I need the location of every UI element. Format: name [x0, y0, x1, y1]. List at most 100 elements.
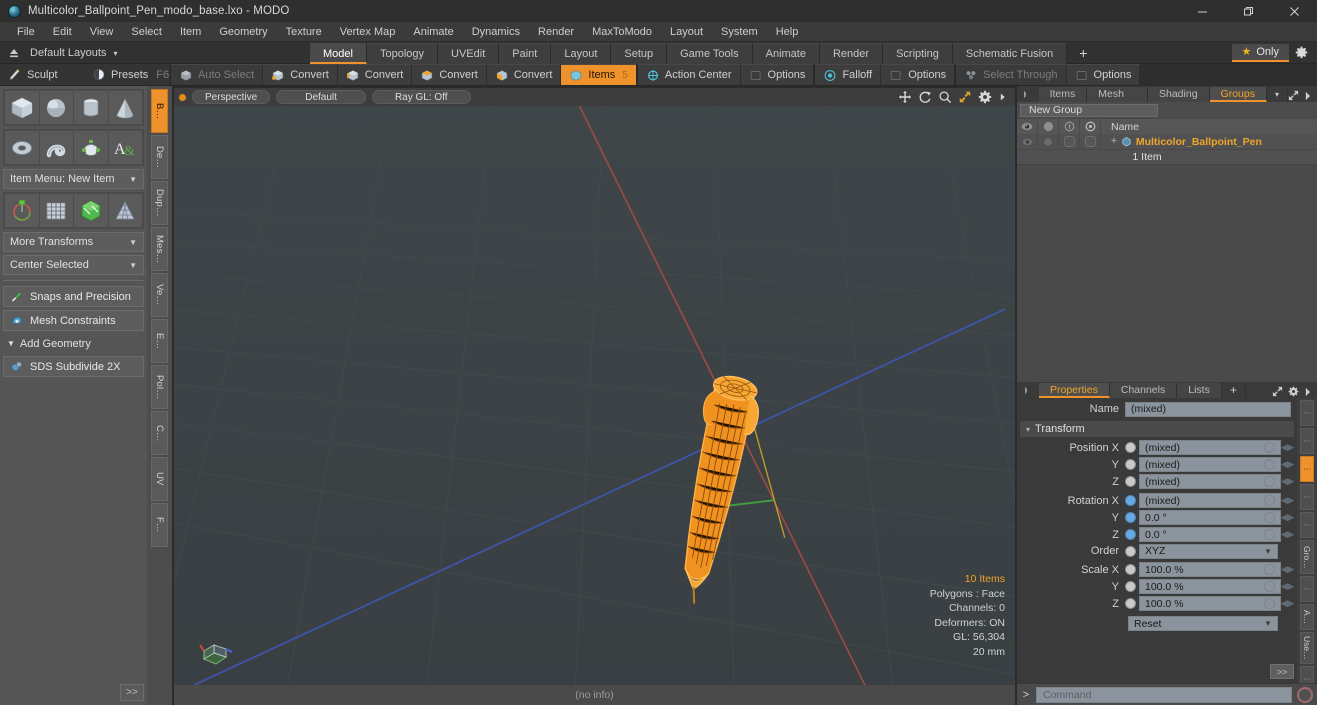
gear-icon[interactable] — [1288, 386, 1299, 397]
position-z-anim-dot[interactable] — [1264, 476, 1275, 487]
menu-dynamics[interactable]: Dynamics — [463, 22, 529, 42]
vtab-basic[interactable]: B… — [151, 89, 168, 133]
vtab-mesh[interactable]: Mes… — [151, 227, 168, 271]
scale-z-input[interactable]: 100.0 % — [1139, 596, 1281, 611]
cube-primitive-button[interactable] — [5, 91, 39, 124]
rotation-y-anim-dot[interactable] — [1264, 512, 1275, 523]
menu-system[interactable]: System — [712, 22, 767, 42]
properties-expand-button[interactable]: >> — [1270, 664, 1294, 679]
layout-tab-paint[interactable]: Paint — [499, 42, 552, 64]
add-properties-tab-button[interactable]: + — [1222, 383, 1246, 398]
position-y-stepper[interactable]: ◀▶ — [1281, 459, 1295, 470]
rotation-x-radio[interactable] — [1125, 495, 1136, 506]
add-layout-tab-button[interactable]: + — [1067, 43, 1099, 64]
layout-tab-uvedit[interactable]: UVEdit — [438, 42, 500, 64]
rvtab-4[interactable]: ⋮ — [1300, 484, 1314, 510]
layout-tab-game-tools[interactable]: Game Tools — [667, 42, 753, 64]
name-input[interactable]: (mixed) — [1125, 401, 1291, 417]
select-through-options-button[interactable]: Options — [1066, 64, 1141, 85]
convert-material-button[interactable]: Convert — [486, 64, 562, 85]
groups-tab-caret[interactable]: ▾ — [1267, 87, 1288, 102]
menu-select[interactable]: Select — [122, 22, 171, 42]
minimize-button[interactable] — [1179, 0, 1225, 22]
chevron-right-icon[interactable] — [1304, 387, 1311, 397]
position-x-stepper[interactable]: ◀▶ — [1281, 442, 1295, 453]
add-geometry-section-header[interactable]: ▼ Add Geometry — [3, 334, 144, 353]
rotation-y-input[interactable]: 0.0 ° — [1139, 510, 1281, 525]
rotation-z-input[interactable]: 0.0 ° — [1139, 527, 1281, 542]
menu-geometry[interactable]: Geometry — [210, 22, 276, 42]
layout-tab-setup[interactable]: Setup — [611, 42, 668, 64]
circle-2-icon[interactable] — [1080, 118, 1101, 135]
sphere-primitive-button[interactable] — [39, 91, 73, 124]
tab-channels[interactable]: Channels — [1109, 383, 1178, 398]
text-primitive-button[interactable]: A & — [108, 131, 142, 164]
scale-z-anim-dot[interactable] — [1264, 598, 1275, 609]
order-dropdown[interactable]: XYZ ▼ — [1139, 543, 1278, 559]
row-visibility-toggle[interactable] — [1017, 133, 1038, 150]
mesh-constraints-button[interactable]: Mesh Constraints — [3, 310, 144, 331]
rvtab-groups[interactable]: Gro… — [1300, 540, 1314, 574]
viewport-projection-dropdown[interactable]: Perspective — [192, 90, 271, 104]
vtab-edge[interactable]: E… — [151, 319, 168, 363]
falloff-options-button[interactable]: Options — [881, 64, 956, 85]
default-layouts-dropdown[interactable]: Default Layouts ▾ — [22, 47, 118, 59]
bend-tool-button[interactable] — [74, 194, 108, 227]
item-menu-dropdown[interactable]: Item Menu: New Item ▼ — [3, 169, 144, 189]
teapot-primitive-button[interactable] — [74, 131, 108, 164]
reset-dropdown[interactable]: Reset ▼ — [1128, 616, 1278, 631]
layout-tab-scripting[interactable]: Scripting — [883, 42, 953, 64]
checkbox[interactable] — [1063, 136, 1075, 147]
rvtab-7[interactable]: ⋮ — [1300, 576, 1314, 602]
gear-icon[interactable] — [1289, 42, 1313, 64]
pan-icon[interactable] — [898, 90, 912, 104]
maximize-button[interactable] — [1225, 0, 1271, 22]
rotation-z-anim-dot[interactable] — [1264, 529, 1275, 540]
viewport-menu-dot-icon[interactable] — [179, 93, 186, 101]
record-circle-icon[interactable] — [1297, 686, 1313, 703]
grid-tool-button[interactable] — [39, 194, 73, 227]
rotation-x-input[interactable]: (mixed) — [1139, 493, 1281, 508]
more-transforms-dropdown[interactable]: More Transforms ▼ — [3, 232, 144, 252]
snaps-and-precision-button[interactable]: Snaps and Precision — [3, 286, 144, 307]
scale-z-radio[interactable] — [1125, 598, 1136, 609]
up-arrow-icon[interactable] — [6, 45, 22, 61]
menu-vertex-map[interactable]: Vertex Map — [331, 22, 405, 42]
scale-x-anim-dot[interactable] — [1264, 564, 1275, 575]
rotation-y-radio[interactable] — [1125, 512, 1136, 523]
items-mode-button[interactable]: Items 5 — [561, 64, 637, 85]
command-input[interactable]: Command — [1036, 686, 1292, 703]
position-z-radio[interactable] — [1125, 476, 1136, 487]
position-x-input[interactable]: (mixed) — [1139, 440, 1281, 455]
rvtab-5[interactable]: ⋮ — [1300, 512, 1314, 538]
lattice-tool-button[interactable] — [108, 194, 142, 227]
chevron-right-icon[interactable] — [1304, 91, 1311, 101]
row-expander[interactable]: + — [1111, 136, 1117, 147]
tube-primitive-button[interactable] — [39, 131, 73, 164]
scale-y-stepper[interactable]: ◀▶ — [1281, 581, 1295, 592]
menu-maxtomodo[interactable]: MaxToModo — [583, 22, 661, 42]
table-row[interactable]: + Multicolor_Ballpoint_Pen — [1017, 133, 1317, 150]
tab-lists[interactable]: Lists — [1177, 383, 1222, 398]
convert-vertex-button[interactable]: Convert — [263, 64, 338, 85]
menu-animate[interactable]: Animate — [404, 22, 462, 42]
rvtab-2[interactable]: ⋮ — [1300, 428, 1314, 454]
rvtab-user[interactable]: Use… — [1300, 632, 1314, 664]
menu-view[interactable]: View — [81, 22, 123, 42]
menu-texture[interactable]: Texture — [277, 22, 331, 42]
position-z-input[interactable]: (mixed) — [1139, 474, 1281, 489]
eye-icon[interactable] — [1017, 118, 1038, 135]
torus-primitive-button[interactable] — [5, 131, 39, 164]
rotation-y-stepper[interactable]: ◀▶ — [1281, 512, 1295, 523]
scale-z-stepper[interactable]: ◀▶ — [1281, 598, 1295, 609]
tab-groups[interactable]: Groups — [1209, 87, 1267, 102]
menu-file[interactable]: File — [8, 22, 44, 42]
vtab-deform[interactable]: De… — [151, 135, 168, 179]
presets-button[interactable]: Sculpt Presets F6 — [84, 64, 170, 85]
rotation-z-radio[interactable] — [1125, 529, 1136, 540]
action-center-button[interactable]: Action Center — [637, 64, 741, 85]
row-lock-checkbox[interactable] — [1059, 133, 1080, 150]
only-toggle-button[interactable]: ★ Only — [1231, 43, 1289, 62]
vtab-uv[interactable]: UV — [151, 457, 168, 501]
close-button[interactable] — [1271, 0, 1317, 22]
